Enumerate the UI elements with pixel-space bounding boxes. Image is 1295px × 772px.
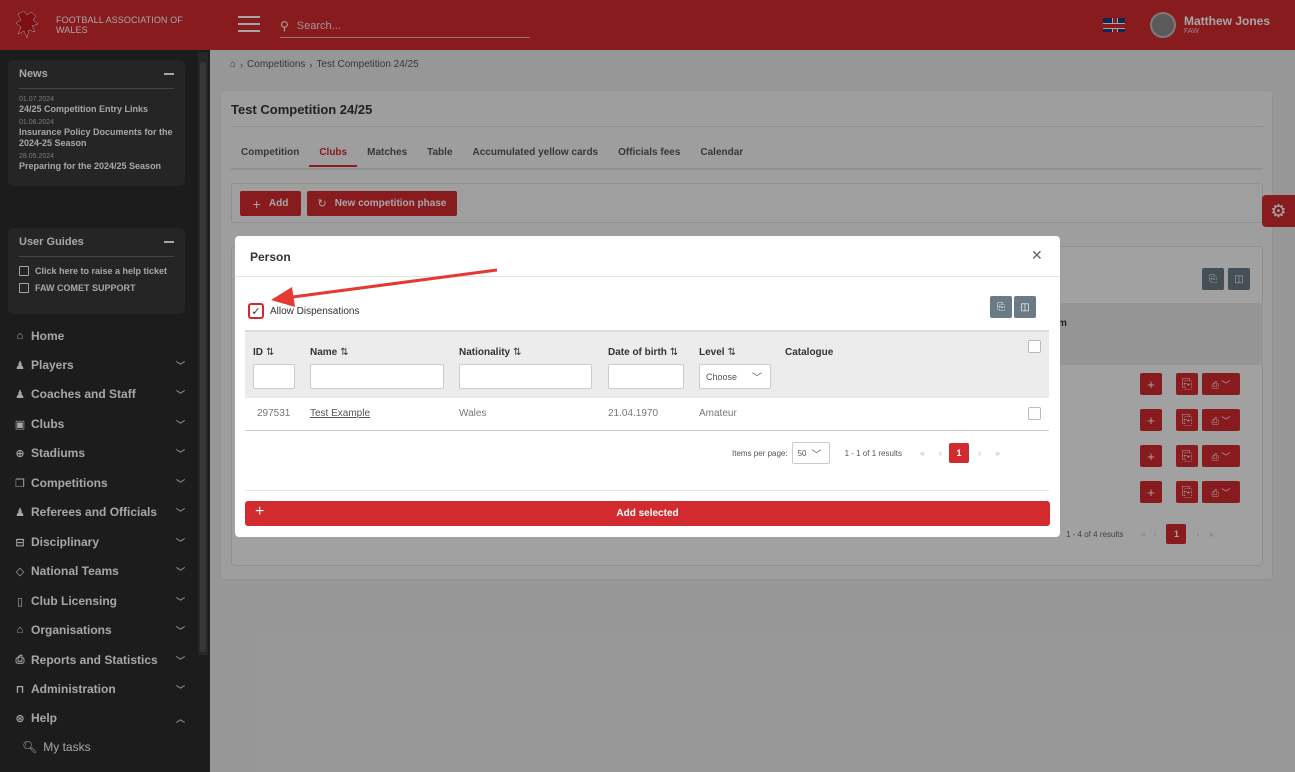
plus-icon: + — [255, 503, 265, 520]
sort-icon: ⇅ — [669, 347, 679, 358]
select-all-checkbox[interactable] — [1028, 340, 1041, 353]
allow-dispensations-checkbox[interactable]: ✓ — [248, 303, 264, 319]
add-selected-button[interactable]: + Add selected — [245, 501, 1050, 526]
level-filter-select[interactable]: Choose ﹀ — [699, 364, 771, 389]
sort-icon: ⇅ — [266, 347, 275, 358]
cell-level: Amateur — [699, 408, 737, 419]
column-header-dob[interactable]: Date of birth ⇅ — [608, 347, 678, 358]
cell-nationality: Wales — [459, 408, 487, 419]
header-label: Nationality — [459, 347, 511, 358]
name-filter-input[interactable] — [310, 364, 444, 389]
first-page-icon[interactable]: « — [920, 448, 925, 458]
select-value: Choose — [706, 371, 738, 382]
next-page-icon[interactable]: › — [978, 448, 981, 458]
header-label: Catalogue — [785, 347, 834, 358]
divider — [245, 490, 1049, 491]
id-filter-input[interactable] — [253, 364, 295, 389]
dob-filter-input[interactable] — [608, 364, 684, 389]
sort-icon: ⇅ — [513, 347, 522, 358]
columns-icon[interactable]: ◫ — [1014, 296, 1036, 318]
page-number[interactable]: 1 — [948, 443, 969, 463]
column-header-nationality[interactable]: Nationality ⇅ — [459, 347, 522, 358]
chevron-down-icon: ﹀ — [811, 449, 822, 461]
chevron-down-icon: ﹀ — [752, 373, 762, 384]
add-selected-label: Add selected — [616, 508, 679, 519]
select-value: 50 — [797, 448, 807, 458]
sort-icon: ⇅ — [340, 347, 349, 358]
row-select-checkbox[interactable] — [1028, 407, 1041, 420]
column-header-id[interactable]: ID ⇅ — [253, 347, 274, 358]
divider — [235, 276, 1060, 277]
items-per-page-label: Items per page: — [732, 448, 788, 458]
table-header: ID ⇅ Name ⇅ Nationality ⇅ Date of birth ⇅ Le… — [245, 332, 1049, 398]
modal-title: Person — [250, 250, 291, 264]
column-header-catalogue: Catalogue — [785, 347, 833, 358]
cell-dob: 21.04.1970 — [608, 408, 659, 419]
table-row[interactable]: 297531 Test Example Wales 21.04.1970 Ama… — [245, 398, 1049, 431]
header-label: ID — [253, 347, 263, 358]
column-header-name[interactable]: Name ⇅ — [310, 347, 349, 358]
header-label: Name — [310, 347, 338, 358]
sort-icon: ⇅ — [727, 347, 736, 358]
pagination: Items per page: 50 ﹀ 1 - 1 of 1 results … — [732, 442, 1007, 464]
export-icon[interactable]: ⎘ — [990, 296, 1012, 318]
items-per-page-select[interactable]: 50 ﹀ — [791, 442, 830, 464]
close-icon[interactable]: ✕ — [1031, 247, 1043, 264]
header-label: Date of birth — [608, 347, 667, 358]
column-header-level[interactable]: Level ⇅ — [699, 347, 736, 358]
person-name-link[interactable]: Test Example — [310, 408, 370, 419]
prev-page-icon[interactable]: ‹ — [939, 448, 942, 458]
results-count: 1 - 1 of 1 results — [844, 448, 902, 458]
allow-dispensations-label: Allow Dispensations — [270, 306, 360, 317]
cell-id: 297531 — [257, 408, 291, 419]
nationality-filter-input[interactable] — [459, 364, 592, 389]
last-page-icon[interactable]: » — [995, 448, 1000, 458]
modal-toolbar: ⎘ ◫ — [990, 296, 1038, 318]
header-label: Level — [699, 347, 725, 358]
person-modal: Person ✕ ✓ Allow Dispensations ⎘ ◫ ID ⇅ N… — [235, 236, 1060, 537]
